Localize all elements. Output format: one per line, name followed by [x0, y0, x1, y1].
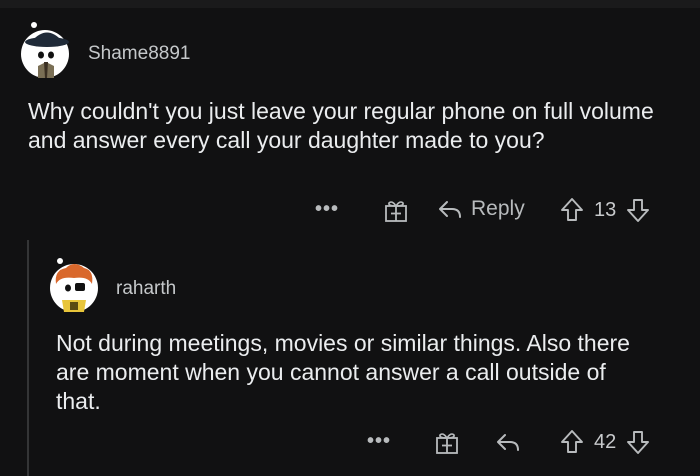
thread-line[interactable] [27, 240, 29, 476]
more-icon: ••• [367, 430, 392, 452]
vote-count: 42 [594, 430, 617, 453]
avatar-icon [21, 22, 69, 78]
more-options-button[interactable]: ••• [367, 430, 391, 453]
downvote-icon[interactable] [626, 197, 650, 223]
award-button[interactable] [434, 430, 460, 456]
user-avatar[interactable] [48, 258, 98, 312]
upvote-icon[interactable] [560, 197, 584, 223]
top-divider [0, 0, 700, 8]
gift-icon [385, 201, 407, 222]
avatar-icon [50, 258, 98, 312]
reply-button[interactable]: Reply [437, 197, 525, 221]
comment-username[interactable]: Shame8891 [88, 43, 190, 65]
reply-button[interactable] [495, 430, 521, 454]
more-icon: ••• [315, 198, 340, 220]
reply-icon [497, 434, 519, 451]
vote-count: 13 [594, 198, 617, 221]
reply-icon [439, 201, 461, 218]
vote-controls: 42 [560, 429, 650, 455]
reply-label: Reply [471, 197, 525, 220]
gift-icon [436, 433, 458, 454]
reply-body: Not during meetings, movies or similar t… [56, 330, 630, 414]
upvote-icon[interactable] [560, 429, 584, 455]
award-button[interactable] [383, 198, 409, 224]
reply-username[interactable]: raharth [116, 278, 176, 300]
vote-controls: 13 [560, 197, 650, 223]
more-options-button[interactable]: ••• [315, 198, 339, 221]
comment-body: Why couldn't you just leave your regular… [28, 98, 654, 153]
downvote-icon[interactable] [626, 429, 650, 455]
user-avatar[interactable] [20, 22, 70, 78]
